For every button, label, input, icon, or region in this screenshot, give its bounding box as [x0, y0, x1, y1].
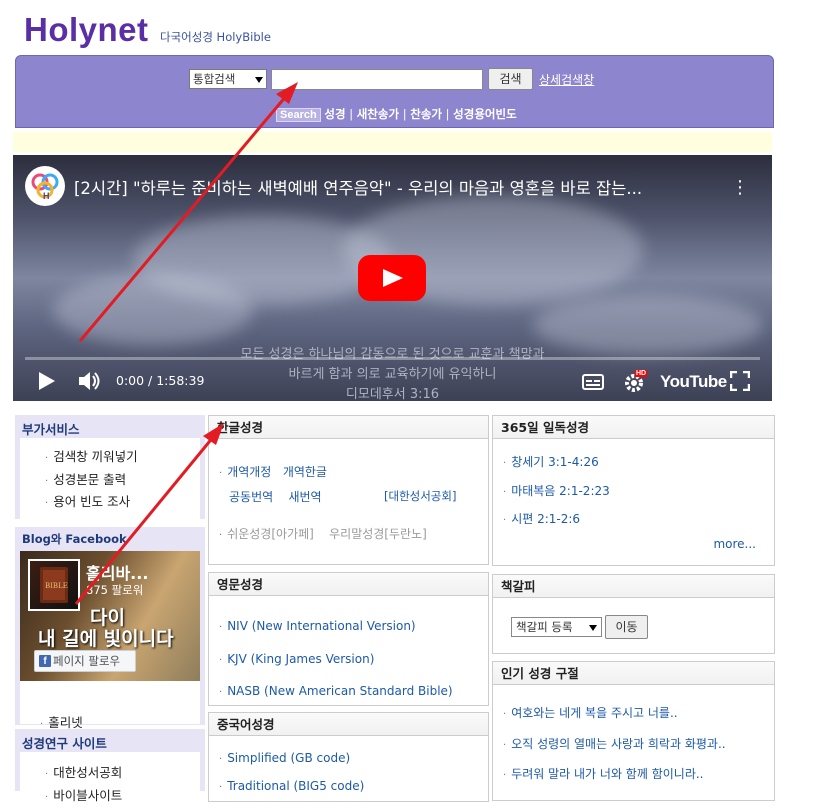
- video-progress-bar[interactable]: [25, 357, 760, 360]
- play-control-icon[interactable]: [38, 371, 56, 394]
- nav-bible[interactable]: 성경: [324, 107, 345, 121]
- nav-separator: |: [403, 107, 407, 121]
- holynet-logo[interactable]: Holynet: [24, 10, 149, 50]
- service-term-frequency[interactable]: ·용어 빈도 조사: [45, 492, 200, 515]
- link-revised-revised[interactable]: 개역개정: [227, 465, 271, 479]
- bookmark-title: 책갈피: [493, 575, 774, 598]
- caption-line-1: 모든 성경은 하나님의 감동으로 된 것으로 교훈과 책망과: [13, 345, 772, 365]
- chevron-down-icon: [589, 620, 597, 634]
- nav-separator: |: [349, 107, 353, 121]
- reading-item[interactable]: ·마태복음 2:1-2:23: [503, 478, 610, 507]
- settings-gear-icon[interactable]: HD: [623, 371, 645, 396]
- chevron-down-icon: [255, 72, 263, 86]
- video-title[interactable]: [2시간] "하루는 준비하는 새벽예배 연주음악" - 우리의 마음과 영혼을…: [74, 175, 642, 199]
- nav-new-hymnal[interactable]: 새찬송가: [357, 107, 399, 121]
- link-revised-korean[interactable]: 개역한글: [283, 465, 327, 479]
- youtube-play-button[interactable]: [358, 255, 426, 301]
- photo-caption-2: 내 길에 빛이니다: [38, 624, 174, 651]
- facebook-page-name[interactable]: 홀리바...: [86, 560, 148, 584]
- link-kjv[interactable]: ·KJV (King James Version): [219, 644, 453, 677]
- english-bible-panel: 영문성경 ·NIV (New International Version) ·K…: [208, 572, 489, 706]
- hd-badge: HD: [635, 370, 647, 377]
- site-subtitle: 다국어성경 HolyBible: [160, 29, 271, 45]
- search-input[interactable]: [271, 69, 483, 90]
- nav-term-frequency[interactable]: 성경용어빈도: [453, 107, 516, 121]
- service-embed-search[interactable]: ·검색창 끼워넣기: [45, 447, 200, 470]
- extra-services-panel: 부가서비스 ·검색창 끼워넣기 ·성경본문 출력 ·용어 빈도 조사: [15, 415, 205, 519]
- blog-facebook-title: Blog와 Facebook: [15, 527, 205, 550]
- bookmark-select[interactable]: 책갈피 등록: [511, 617, 602, 637]
- fullscreen-icon[interactable]: [730, 371, 750, 394]
- bookmark-go-button[interactable]: 이동: [605, 615, 648, 639]
- link-traditional[interactable]: ·Traditional (BIG5 code): [219, 773, 364, 801]
- service-print-text[interactable]: ·성경본문 출력: [45, 470, 200, 493]
- search-button[interactable]: 검색: [488, 68, 533, 90]
- svg-text:H: H: [43, 191, 50, 201]
- more-vert-icon[interactable]: ⋮: [731, 177, 749, 198]
- more-link[interactable]: more...: [713, 537, 756, 551]
- extra-services-title: 부가서비스: [15, 415, 205, 438]
- link-common-translation[interactable]: 공동번역: [229, 490, 273, 504]
- facebook-profile-photo[interactable]: BIBLE: [28, 559, 80, 611]
- nav-separator: |: [446, 107, 450, 121]
- search-label-badge: Search: [276, 108, 321, 122]
- facebook-page-widget[interactable]: 다이 내 길에 빛이니다 BIBLE 홀리바... 875 팔로워 f 페이지 …: [20, 551, 200, 681]
- link-simplified[interactable]: ·Simplified (GB code): [219, 745, 364, 773]
- bible-research-title: 성경연구 사이트: [15, 729, 205, 752]
- link-new-translation[interactable]: 새번역: [288, 490, 321, 504]
- volume-icon[interactable]: [79, 371, 103, 394]
- popular-verses-panel: 인기 성경 구절 ·여호와는 네게 복을 주시고 너를.. ·오직 성령의 열매…: [492, 661, 775, 801]
- advanced-search-link[interactable]: 상세검색창: [539, 71, 594, 88]
- bible-research-panel: 성경연구 사이트 ·대한성서공회 ·바이블사이트: [15, 729, 205, 791]
- link-niv[interactable]: ·NIV (New International Version): [219, 611, 453, 644]
- chinese-bible-panel: 중국어성경 ·Simplified (GB code) ·Traditional…: [208, 712, 489, 802]
- chinese-bible-title: 중국어성경: [209, 713, 488, 736]
- korean-bible-panel: 한글성경 ·개역개정 개역한글 공동번역 새번역 [대한성서공회] ·쉬운성경[…: [208, 415, 489, 565]
- popular-verse-item[interactable]: ·오직 성령의 열매는 사랑과 희락과 화평과..: [503, 730, 726, 761]
- search-type-value: 통합검색: [193, 71, 235, 87]
- popular-verse-item[interactable]: ·여호와는 네게 복을 주시고 너를..: [503, 699, 726, 730]
- link-nasb[interactable]: ·NASB (New American Standard Bible): [219, 676, 453, 709]
- link-woorimal-bible[interactable]: 우리말성경[두란노]: [329, 527, 427, 541]
- reading-item[interactable]: ·시편 2:1-2:6: [503, 506, 610, 535]
- popular-verse-item[interactable]: ·두려워 말라 내가 너와 함께 함이니라..: [503, 760, 726, 791]
- search-type-select[interactable]: 통합검색: [189, 69, 267, 89]
- korean-bible-title: 한글성경: [209, 416, 488, 439]
- link-easy-bible[interactable]: 쉬운성경[아가페]: [227, 527, 314, 541]
- reading-item[interactable]: ·창세기 3:1-4:26: [503, 449, 610, 478]
- facebook-follow-button[interactable]: f 페이지 팔로우: [34, 650, 136, 672]
- play-icon: [383, 269, 403, 287]
- link-bible-site[interactable]: ·바이블사이트: [45, 786, 200, 808]
- notice-strip: [13, 132, 772, 152]
- bookmark-panel: 책갈피 책갈피 등록 이동: [492, 574, 775, 654]
- publisher-label[interactable]: [대한성서공회]: [384, 488, 456, 504]
- facebook-icon: f: [39, 655, 51, 667]
- english-bible-title: 영문성경: [209, 573, 488, 596]
- link-korean-bible-society[interactable]: ·대한성서공회: [45, 763, 200, 786]
- daily-reading-panel: 365일 일독성경 ·창세기 3:1-4:26 ·마태복음 2:1-2:23 ·…: [492, 415, 775, 566]
- youtube-video-player[interactable]: H [2시간] "하루는 준비하는 새벽예배 연주음악" - 우리의 마음과 영…: [13, 155, 772, 401]
- channel-avatar[interactable]: H: [25, 166, 65, 206]
- daily-reading-title: 365일 일독성경: [493, 416, 774, 439]
- svg-text:BIBLE: BIBLE: [45, 582, 68, 590]
- video-time: 0:00 / 1:58:39: [116, 373, 204, 388]
- popular-verses-title: 인기 성경 구절: [493, 662, 774, 685]
- subtitles-icon[interactable]: [582, 374, 604, 393]
- sub-navigation: Search 성경 | 새찬송가 | 찬송가 | 성경용어빈도: [276, 106, 517, 122]
- nav-hymnal[interactable]: 찬송가: [410, 107, 442, 121]
- youtube-logo[interactable]: YouTube: [660, 372, 727, 392]
- facebook-followers: 875 팔로워: [86, 582, 143, 598]
